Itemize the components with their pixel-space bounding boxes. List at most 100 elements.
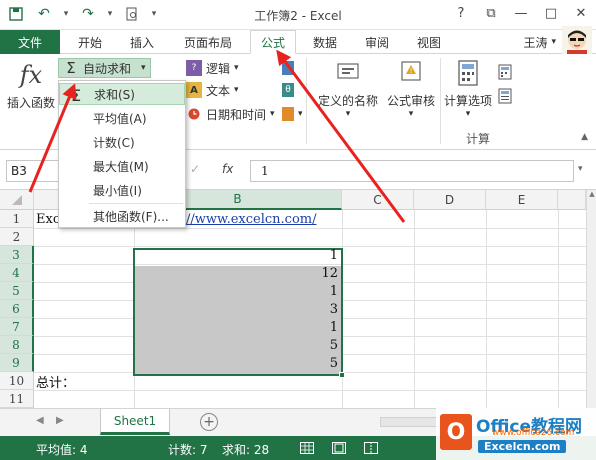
cell-a10[interactable]: 总计： (36, 372, 132, 391)
tab-review[interactable]: 审阅 (360, 30, 394, 54)
row-header-7[interactable]: 7 (0, 318, 34, 336)
select-all-corner[interactable] (0, 190, 34, 210)
row-header-2[interactable]: 2 (0, 228, 34, 246)
vertical-scrollbar[interactable]: ▲ (586, 190, 596, 408)
cell-b1-link[interactable]: //www.excelcn.com/ (186, 210, 342, 228)
collapse-ribbon-icon[interactable]: ▲ (581, 132, 588, 142)
menu-item-min-label: 最小值(I) (93, 183, 142, 198)
tab-view[interactable]: 视图 (412, 30, 446, 54)
status-average: 平均值: 4 (36, 443, 88, 457)
menu-item-max[interactable]: 最大值(M) (59, 155, 185, 177)
column-header-f[interactable] (558, 190, 586, 210)
undo-icon[interactable]: ↶ (34, 4, 54, 24)
tab-formulas[interactable]: 公式 (250, 30, 296, 54)
cell-b8[interactable]: 5 (134, 336, 342, 354)
row-header-5[interactable]: 5 (0, 282, 34, 300)
date-time-dropdown-icon: ▾ (270, 109, 275, 119)
menu-item-more-functions[interactable]: 其他函数(F)... (59, 205, 185, 227)
expand-formula-bar-icon[interactable]: ▾ (578, 164, 583, 174)
row-header-3[interactable]: 3 (0, 246, 34, 264)
redo-icon[interactable]: ↷ (78, 4, 98, 24)
row-header-9[interactable]: 9 (0, 354, 34, 372)
menu-item-sum[interactable]: Σ 求和(S) (59, 83, 185, 105)
redo-dropdown-icon[interactable]: ▾ (106, 4, 114, 24)
print-preview-icon[interactable] (122, 4, 142, 24)
column-header-d[interactable]: D (414, 190, 486, 210)
user-name: 王涛 (523, 35, 548, 50)
cell-b6[interactable]: 3 (134, 300, 342, 318)
formula-input[interactable]: 1 (250, 160, 574, 182)
normal-view-icon[interactable] (298, 439, 316, 457)
help-icon[interactable]: ? (452, 4, 470, 22)
sheet-prev-icon[interactable]: ◀ (36, 415, 44, 426)
undo-dropdown-icon[interactable]: ▾ (62, 4, 70, 24)
ribbon-tabs: 文件 开始 插入 页面布局 公式 数据 审阅 视图 王涛 ▾ (0, 30, 596, 54)
user-account[interactable]: 王涛 ▾ (523, 30, 556, 54)
menu-item-count[interactable]: 计数(C) (59, 131, 185, 153)
minimize-icon[interactable]: — (512, 4, 530, 22)
save-icon[interactable] (6, 4, 26, 24)
maximize-icon[interactable]: □ (542, 4, 560, 22)
more-functions-icon (282, 107, 294, 121)
text-label: 文本 (206, 83, 231, 98)
close-icon[interactable]: ✕ (572, 4, 590, 22)
logical-button[interactable]: ? 逻辑 ▾ (186, 58, 239, 78)
page-layout-view-icon[interactable] (330, 439, 348, 457)
tab-page-layout[interactable]: 页面布局 (178, 30, 238, 54)
tab-data[interactable]: 数据 (308, 30, 342, 54)
date-time-button[interactable]: 日期和时间 ▾ (186, 104, 275, 124)
calculation-options-button[interactable]: 计算选项 ▾ (442, 60, 494, 119)
ribbon-display-icon[interactable]: ⧉ (482, 4, 500, 22)
math-trig-button[interactable]: θ (282, 80, 294, 100)
cell-b5[interactable]: 1 (134, 282, 342, 300)
tab-file[interactable]: 文件 (0, 30, 60, 54)
calculate-now-button[interactable] (498, 62, 512, 82)
confirm-icon[interactable]: ✓ (190, 162, 200, 176)
add-sheet-icon[interactable]: + (200, 413, 218, 431)
svg-text:!: ! (410, 67, 413, 75)
gridline (34, 390, 586, 391)
gridline (34, 228, 586, 229)
sheet-next-icon[interactable]: ▶ (56, 415, 64, 426)
row-header-11[interactable]: 11 (0, 390, 34, 408)
menu-item-min[interactable]: 最小值(I) (59, 179, 185, 201)
more-functions-button[interactable]: ▾ (282, 104, 303, 124)
more-functions-dropdown-icon: ▾ (298, 109, 303, 119)
autosum-dropdown-menu: Σ 求和(S) 平均值(A) 计数(C) 最大值(M) 最小值(I) 其他函数(… (58, 80, 186, 228)
autosum-button[interactable]: Σ 自动求和 ▾ (58, 58, 151, 78)
defined-names-label: 定义的名称 (317, 94, 378, 108)
column-header-e[interactable]: E (486, 190, 558, 210)
formula-auditing-button[interactable]: ! 公式审核 ▾ (384, 58, 438, 119)
cell-b9[interactable]: 5 (134, 354, 342, 372)
calculate-sheet-button[interactable] (498, 86, 512, 106)
tab-insert[interactable]: 插入 (124, 30, 160, 54)
cell-b4[interactable]: 12 (134, 264, 342, 282)
window-controls: ? ⧉ — □ ✕ (452, 4, 590, 22)
row-header-8[interactable]: 8 (0, 336, 34, 354)
text-button[interactable]: A 文本 ▾ (186, 80, 239, 100)
status-sum: 求和: 28 (222, 443, 270, 457)
gridline (558, 210, 559, 408)
column-header-c[interactable]: C (342, 190, 414, 210)
row-header-10[interactable]: 10 (0, 372, 34, 390)
row-header-4[interactable]: 4 (0, 264, 34, 282)
logo-url-text: www.office26.com (492, 428, 575, 438)
menu-item-average[interactable]: 平均值(A) (59, 107, 185, 129)
menu-item-sum-label: 求和(S) (94, 87, 135, 102)
lookup-button[interactable] (282, 58, 294, 78)
row-header-6[interactable]: 6 (0, 300, 34, 318)
defined-names-button[interactable]: 定义的名称 ▾ (316, 58, 380, 119)
customize-qat-icon[interactable]: ▾ (150, 4, 158, 24)
menu-item-average-label: 平均值(A) (93, 111, 147, 126)
scroll-up-icon[interactable]: ▲ (587, 190, 596, 200)
cell-b7[interactable]: 1 (134, 318, 342, 336)
select-all-icon (11, 194, 22, 205)
cell-b3[interactable]: 1 (134, 246, 342, 264)
sheet-tab-sheet1[interactable]: Sheet1 (100, 409, 170, 435)
fill-handle[interactable] (339, 372, 345, 378)
row-header-1[interactable]: 1 (0, 210, 34, 228)
insert-function-icon[interactable]: fx (222, 162, 233, 176)
page-break-view-icon[interactable] (362, 439, 380, 457)
insert-function-button[interactable]: fx 插入函数 (6, 60, 56, 111)
tab-home[interactable]: 开始 (74, 30, 106, 54)
